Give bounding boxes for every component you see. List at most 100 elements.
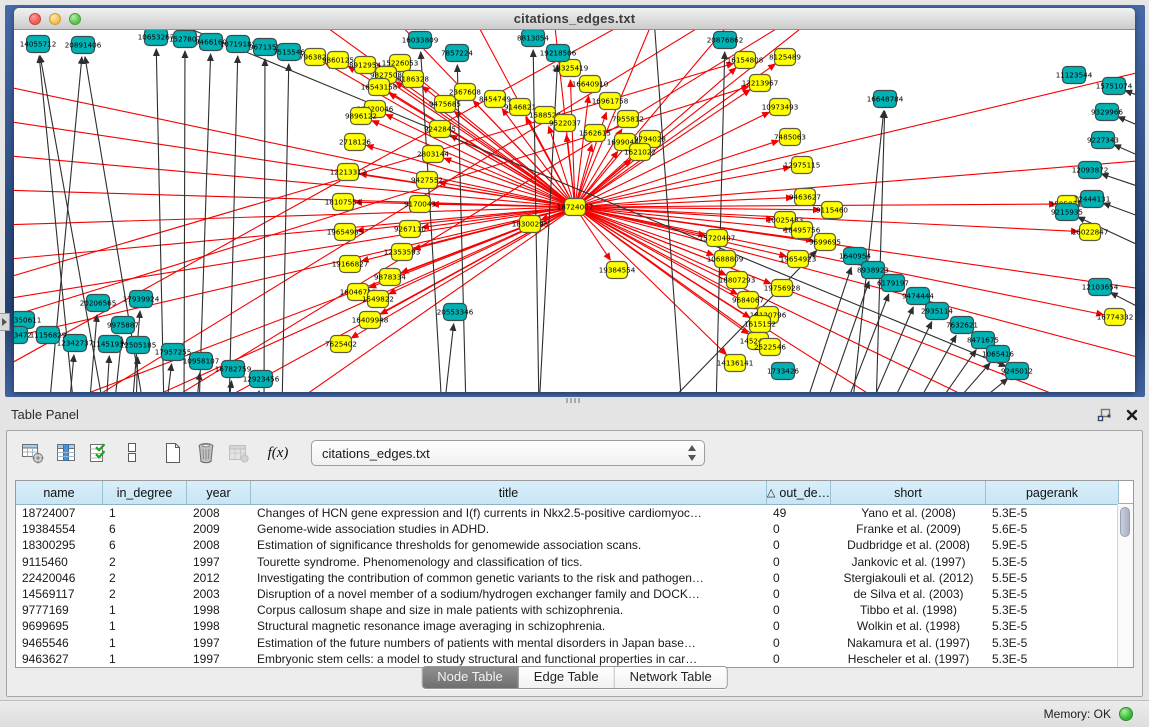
- graph-node-label: 9463627: [789, 193, 821, 202]
- function-builder-button[interactable]: f(x): [264, 439, 292, 467]
- create-column-button[interactable]: [85, 439, 113, 467]
- tab-network-table[interactable]: Network Table: [615, 667, 727, 688]
- cell-name: 9115460: [16, 555, 103, 569]
- graph-node-label: 18724007: [557, 203, 594, 212]
- close-panel-button[interactable]: [1121, 406, 1143, 424]
- graph-node-label: 9267110: [394, 225, 426, 234]
- table-gear-icon: [21, 441, 45, 465]
- table-row[interactable]: 977716911998Corpus callosum shape and si…: [16, 602, 1133, 618]
- cell-short: Nakamura et al. (1997): [831, 636, 986, 650]
- table-header-row: namein_degreeyear title △out_de…shortpager…: [16, 481, 1133, 505]
- graph-node-label: 20350611: [14, 316, 41, 325]
- column-header-label: title: [499, 486, 518, 500]
- graph-edge: [824, 281, 869, 392]
- column-header-title[interactable]: title: [251, 481, 767, 504]
- graph-node-label: 17957255: [155, 348, 192, 357]
- graph-edge: [199, 54, 211, 392]
- vertical-scrollbar[interactable]: [1117, 504, 1133, 667]
- graph-node-label: 19218506: [540, 49, 577, 58]
- graph-node-label: 8471675: [967, 336, 999, 345]
- table-row[interactable]: 1938455462009Genome-wide association stu…: [16, 521, 1133, 537]
- table-row[interactable]: 1872400712008Changes of HCN gene express…: [16, 505, 1133, 521]
- cell-in_degree: 6: [103, 522, 187, 536]
- graph-edge: [575, 207, 1103, 315]
- window-titlebar[interactable]: citations_edges.txt: [14, 8, 1135, 30]
- cell-in_degree: 1: [103, 652, 187, 666]
- graph-node-label: 16640910: [572, 80, 609, 89]
- table-disabled-icon: [227, 441, 251, 465]
- graph-node-label: 9699695: [809, 238, 841, 247]
- column-header-out_degree[interactable]: △out_de…: [767, 481, 831, 504]
- graph-node-label: 12213312: [330, 168, 367, 177]
- graph-node-label: 12923456: [243, 375, 280, 384]
- table-row[interactable]: 946554611997Estimation of the future num…: [16, 635, 1133, 651]
- table-mode-button[interactable]: [19, 439, 47, 467]
- cell-title: Tourette syndrome. Phenomenology and cla…: [251, 555, 767, 569]
- float-window-button[interactable]: [1093, 406, 1115, 424]
- panel-collapse-arrow-icon[interactable]: [0, 313, 10, 331]
- graph-node-label: 16782759: [215, 365, 252, 374]
- graph-edge: [1125, 90, 1135, 100]
- graph-node-label: 9522037: [549, 119, 581, 128]
- graph-node-label: 8912954: [349, 61, 381, 70]
- table-row[interactable]: 2242004622012Investigating the contribut…: [16, 570, 1133, 586]
- row-height-button[interactable]: [118, 439, 146, 467]
- cell-name: 9463627: [16, 652, 103, 666]
- tab-node-table[interactable]: Node Table: [422, 667, 519, 688]
- column-header-in_degree[interactable]: in_degree: [103, 481, 187, 504]
- table-row[interactable]: 911546021997Tourette syndrome. Phenomeno…: [16, 554, 1133, 570]
- graph-edge: [166, 364, 172, 392]
- graph-node-label: 19654985: [327, 228, 364, 237]
- table-row[interactable]: 1456911722003Disruption of a novel membe…: [16, 586, 1133, 602]
- column-header-year[interactable]: year: [187, 481, 251, 504]
- select-columns-button[interactable]: [52, 439, 80, 467]
- table-row[interactable]: 946362711997Embryonic stem cells: a mode…: [16, 651, 1133, 667]
- graph-node-label: 16543158: [361, 83, 398, 92]
- cell-year: 1998: [187, 619, 251, 633]
- column-header-pagerank[interactable]: pagerank: [986, 481, 1119, 504]
- graph-node-label: 16154808: [727, 56, 764, 65]
- trash-icon: [194, 441, 218, 465]
- table-selector-dropdown[interactable]: citations_edges.txt: [311, 440, 705, 466]
- graph-node-label: 6179197: [877, 279, 909, 288]
- cell-title: Embryonic stem cells: a model to study s…: [251, 652, 767, 666]
- delete-table-button[interactable]: [192, 439, 220, 467]
- desktop-background: citations_edges.txt 18724007183002951938…: [0, 0, 1149, 397]
- graph-node-label: 12342737: [57, 339, 94, 348]
- graph-node-label: 7485063: [774, 133, 806, 142]
- cell-in_degree: 2: [103, 571, 187, 585]
- network-graph[interactable]: 1872400718300295193845541522605398275088…: [14, 30, 1135, 392]
- scrollbar-thumb[interactable]: [1120, 507, 1130, 537]
- cell-out_degree: 0: [767, 571, 831, 585]
- graph-node-label: 9245012: [1001, 367, 1033, 376]
- cell-out_degree: 0: [767, 603, 831, 617]
- graph-node-label: 20876862: [707, 36, 744, 45]
- graph-node-label: 19654923: [780, 255, 817, 264]
- graph-node-label: 9975887: [107, 321, 139, 330]
- graph-node-label: 11123544: [1056, 71, 1093, 80]
- graph-node-label: 7632621: [946, 321, 978, 330]
- float-window-icon: [1097, 408, 1112, 422]
- table-row[interactable]: 969969511998Structural magnetic resonanc…: [16, 618, 1133, 634]
- import-table-button[interactable]: [225, 439, 253, 467]
- graph-node-label: 10688809: [707, 255, 744, 264]
- graph-edge: [256, 391, 259, 392]
- graph-node-label: 16774332: [1097, 313, 1134, 322]
- cell-year: 2008: [187, 506, 251, 520]
- graph-edge: [282, 64, 289, 392]
- cell-short: Hescheler et al. (1997): [831, 652, 986, 666]
- column-header-name[interactable]: name: [16, 481, 103, 504]
- tab-edge-table[interactable]: Edge Table: [519, 667, 615, 688]
- graph-node-label: 1615152: [744, 320, 776, 329]
- cell-in_degree: 2: [103, 587, 187, 601]
- graph-node-label: 16022847: [1072, 228, 1109, 237]
- column-header-short[interactable]: short: [831, 481, 986, 504]
- graph-edge: [1111, 293, 1135, 310]
- close-icon: [1126, 409, 1138, 421]
- new-table-button[interactable]: [159, 439, 187, 467]
- cell-pagerank: 5.3E-5: [986, 652, 1119, 666]
- network-canvas[interactable]: 1872400718300295193845541522605398275088…: [14, 30, 1135, 392]
- table-row[interactable]: 1830029562008Estimation of significance …: [16, 537, 1133, 553]
- cell-title: Investigating the contribution of common…: [251, 571, 767, 585]
- graph-node-label: 12093872: [1072, 166, 1109, 175]
